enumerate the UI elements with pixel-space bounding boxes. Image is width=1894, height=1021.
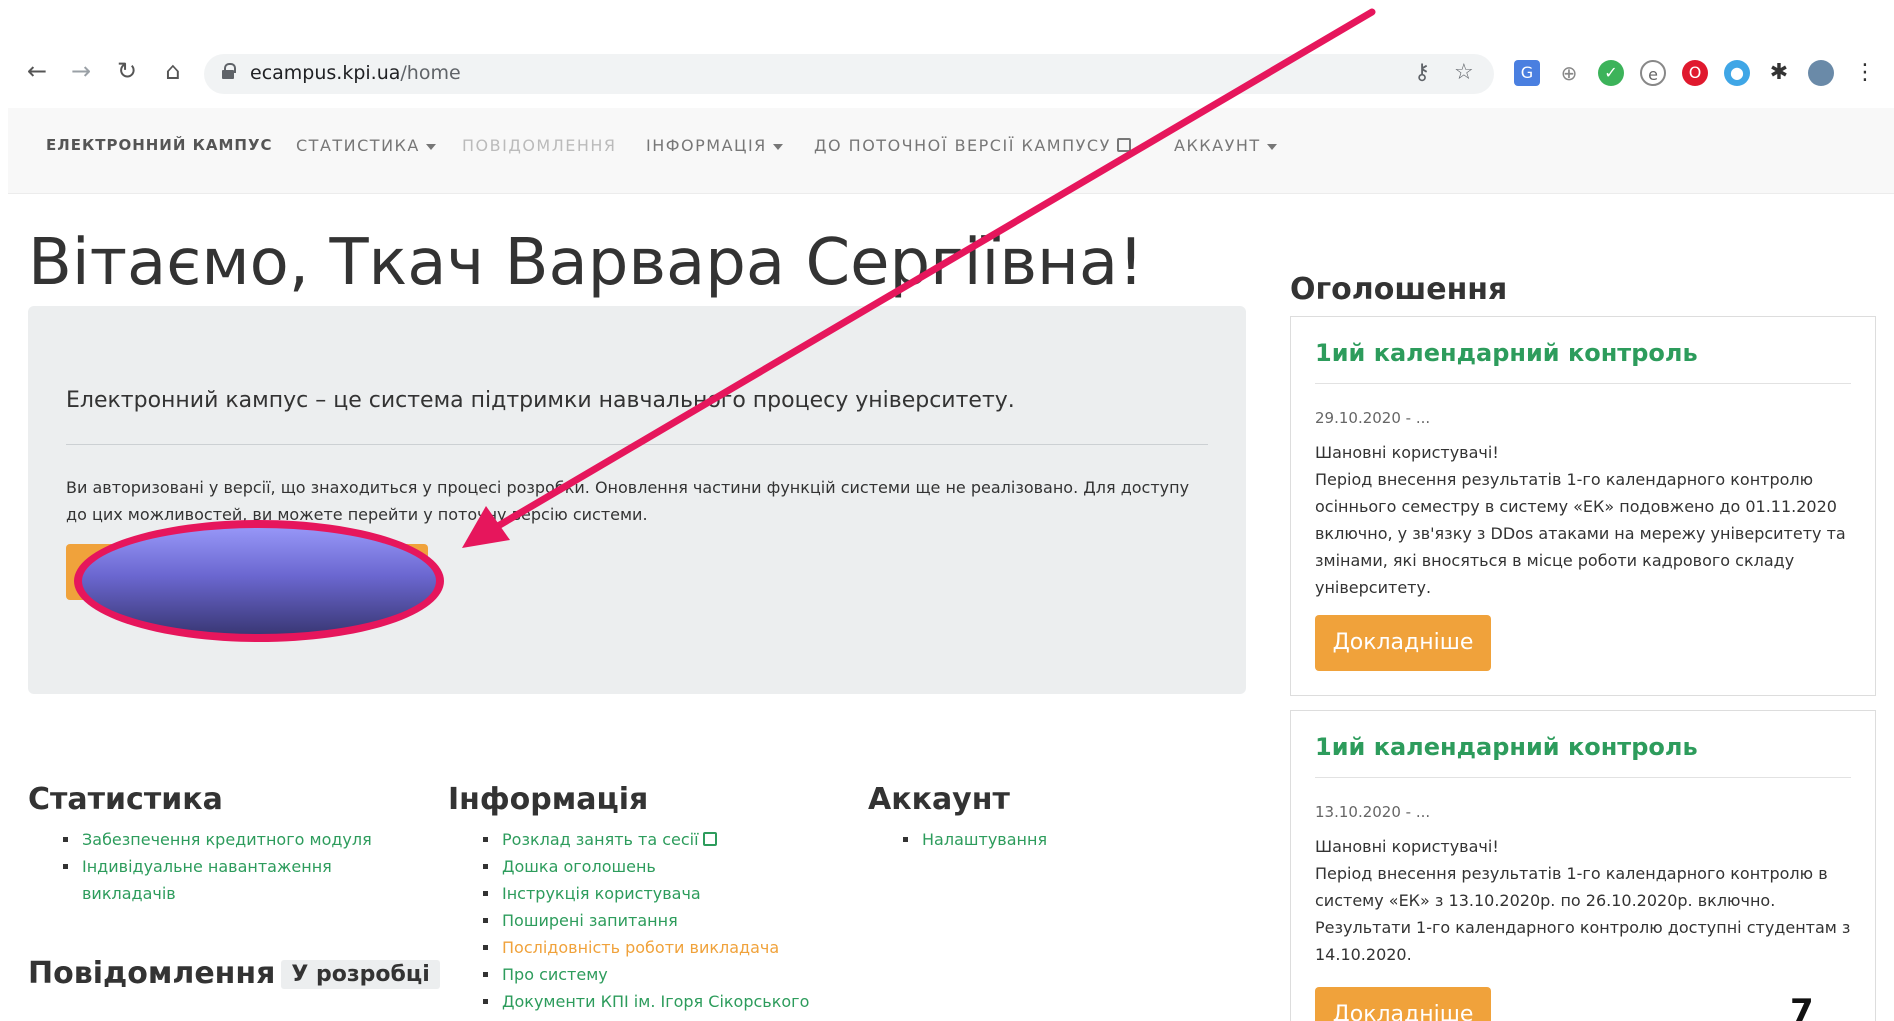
announcement-body: Шановні користувачі! Період внесення рез… [1315,443,1846,597]
list-item[interactable]: Забезпечення кредитного модуля [56,826,386,853]
information-heading: Інформація [448,782,649,817]
statistics-list: Забезпечення кредитного модуля Індивідуа… [56,826,386,907]
information-list: Розклад занять та сесії Дошка оголошень … [476,826,876,1015]
list-item[interactable]: Про систему [476,961,876,988]
divider [1315,777,1851,778]
announcement-body: Шановні користувачі! Період внесення рез… [1315,837,1851,964]
announcement-card: 1ий календарний контроль 13.10.2020 - ..… [1290,710,1876,1021]
list-item[interactable]: Інструкція користувача [476,880,876,907]
announcement-card: 1ий календарний контроль 29.10.2020 - ..… [1290,316,1876,696]
details-button[interactable]: Докладніше [1315,987,1491,1021]
announcement-date: 13.10.2020 - ... [1315,803,1431,821]
page-number: 7 [1790,992,1814,1021]
list-item[interactable]: Розклад занять та сесії [476,826,876,853]
list-item[interactable]: Поширені запитання [476,907,876,934]
announcement-date: 29.10.2020 - ... [1315,409,1431,427]
announcement-title[interactable]: 1ий календарний контроль [1315,339,1698,367]
account-heading: Аккаунт [868,782,1010,817]
announcements-heading: Оголошення [1290,272,1508,307]
account-list: Налаштування [896,826,1196,853]
statistics-heading: Статистика [28,782,223,817]
announcement-title[interactable]: 1ий календарний контроль [1315,733,1698,761]
list-item[interactable]: Дошка оголошень [476,853,876,880]
list-item[interactable]: Налаштування [896,826,1196,853]
list-item[interactable]: Послідовність роботи викладача [476,934,876,961]
list-item[interactable]: Індивідуальне навантаження викладачів [56,853,386,907]
list-item[interactable]: Документи КПІ ім. Ігоря Сікорського [476,988,876,1015]
divider [1315,383,1851,384]
status-badge: У розробці [281,960,440,989]
details-button[interactable]: Докладніше [1315,615,1491,671]
external-link-icon [702,832,717,846]
messages-heading: Повідомлення У розробці [28,956,440,991]
